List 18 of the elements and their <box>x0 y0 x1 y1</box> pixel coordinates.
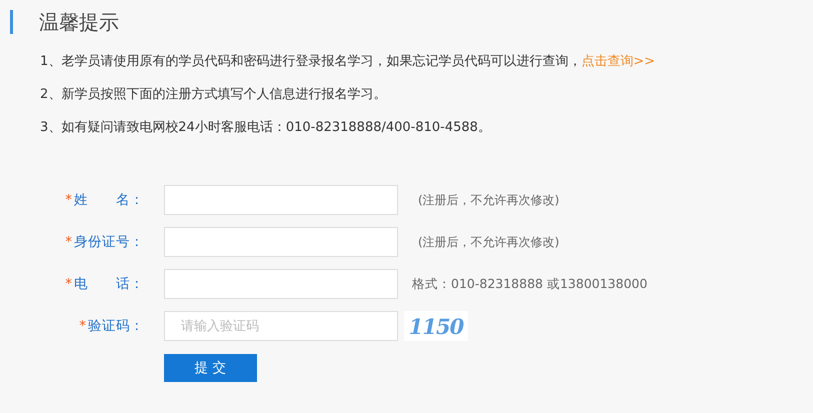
field-label: *验证码： <box>78 317 144 335</box>
notice-text: 2、新学员按照下面的注册方式填写个人信息进行报名学习。 <box>40 86 388 104</box>
input-field[interactable] <box>164 185 398 215</box>
field-hint: (注册后，不允许再次修改) <box>418 192 560 208</box>
field-hint: (注册后，不允许再次修改) <box>418 234 560 250</box>
notice-text: 1、老学员请使用原有的学员代码和密码进行登录报名学习，如果忘记学员代码可以进行查询，点击查询>> <box>40 53 656 71</box>
captcha-image[interactable]: 1150 <box>404 311 468 341</box>
field-label: *身份证号： <box>64 233 144 251</box>
query-link[interactable]: 点击查询>> <box>581 54 656 69</box>
input-field[interactable] <box>164 269 398 299</box>
section-heading: 温馨提示 <box>39 8 119 36</box>
input-field[interactable]: 请输入验证码 <box>164 311 398 341</box>
field-label: *电 话： <box>64 275 144 293</box>
submit-button[interactable]: 提 交 <box>164 354 257 382</box>
field-label: *姓 名： <box>64 191 144 209</box>
input-field[interactable] <box>164 227 398 257</box>
notice-text: 3、如有疑问请致电网校24小时客服电话：010-82318888/400-810-4588。 <box>40 119 492 137</box>
field-hint: 格式：010-82318888 或13800138000 <box>412 276 648 292</box>
